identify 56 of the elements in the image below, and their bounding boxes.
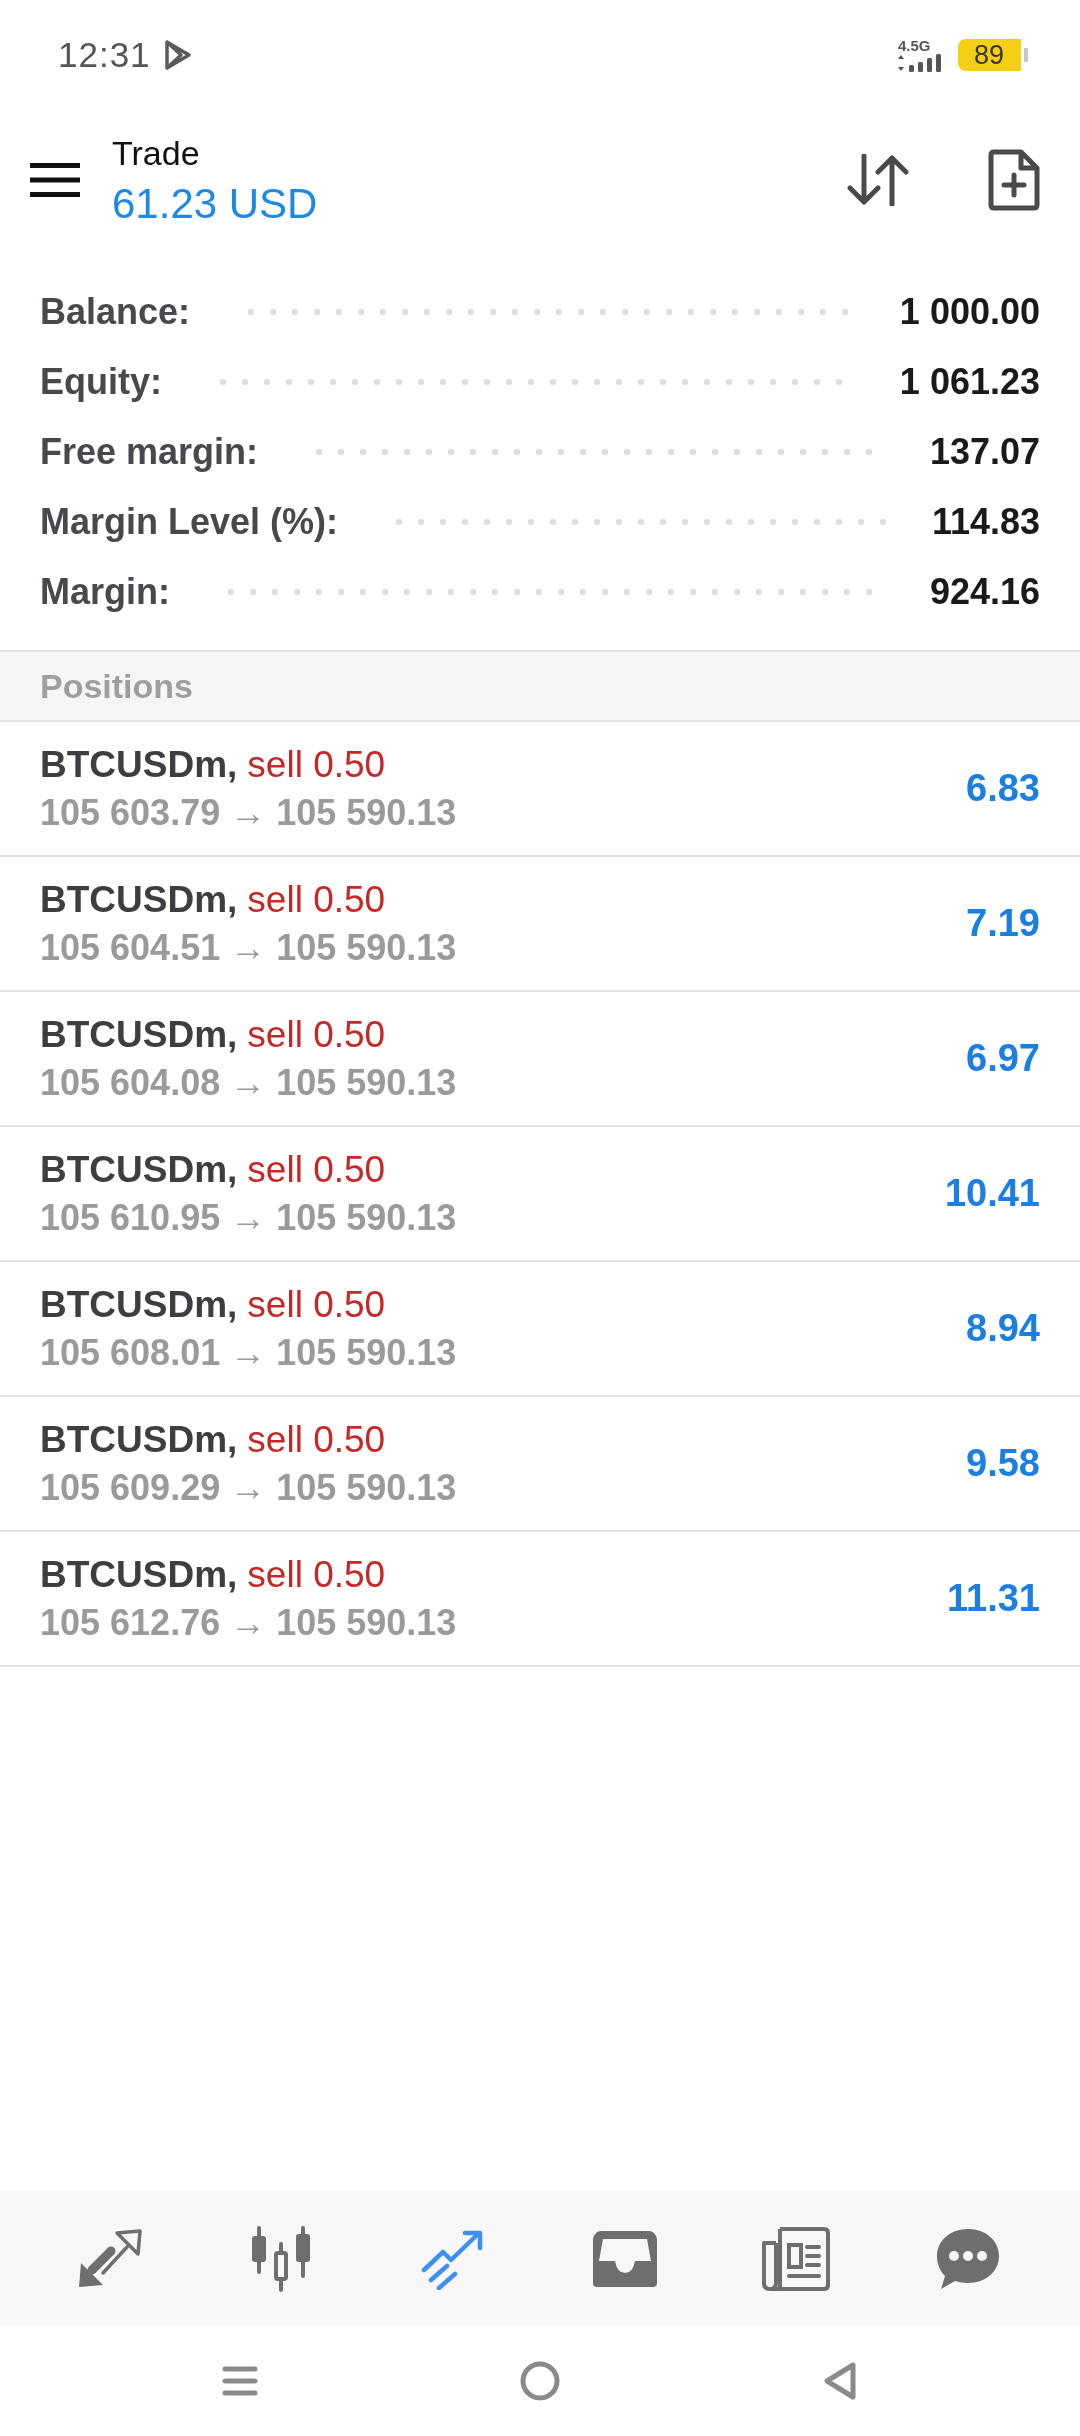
position-prices: 105 604.51 → 105 590.13 xyxy=(40,925,457,970)
account-label: Free margin: xyxy=(40,431,259,473)
position-profit: 10.41 xyxy=(944,1172,1040,1215)
position-prices: 105 608.01 → 105 590.13 xyxy=(40,1330,457,1375)
position-profit: 6.83 xyxy=(966,767,1040,810)
new-document-icon xyxy=(988,149,1040,211)
position-symbol: BTCUSDm, xyxy=(40,1147,238,1192)
order-type-volume: sell 0.50 xyxy=(247,1012,386,1057)
account-label: Balance: xyxy=(40,291,191,333)
home-circle-icon xyxy=(520,2361,560,2401)
position-profit: 7.19 xyxy=(966,902,1040,945)
order-type-volume: sell 0.50 xyxy=(247,1147,386,1192)
position-profit: 11.31 xyxy=(947,1577,1040,1620)
position-prices: 105 612.76 → 105 590.13 xyxy=(40,1600,457,1645)
profit-total: 61.23 USD xyxy=(112,179,318,229)
position-profit: 9.58 xyxy=(966,1442,1040,1485)
chat-bubble-icon xyxy=(935,2226,1002,2291)
signal-icon xyxy=(898,54,944,72)
order-type-volume: sell 0.50 xyxy=(247,877,386,922)
double-arrow-icon xyxy=(76,2228,143,2289)
position-symbol: BTCUSDm, xyxy=(40,1012,238,1057)
position-prices: 105 603.79 → 105 590.13 xyxy=(40,790,457,835)
play-triangle-icon xyxy=(162,39,193,71)
status-time: 12:31 xyxy=(58,35,151,75)
order-type-volume: sell 0.50 xyxy=(247,742,386,787)
position-prices: 105 609.29 → 105 590.13 xyxy=(40,1465,457,1510)
newspaper-icon xyxy=(762,2226,831,2291)
position-symbol: BTCUSDm, xyxy=(40,742,238,787)
account-value: 137.07 xyxy=(929,431,1040,473)
network-type: 4.5G xyxy=(898,38,931,53)
account-label: Margin: xyxy=(40,571,170,613)
menu-icon xyxy=(30,163,80,197)
inbox-tray-icon xyxy=(590,2228,659,2289)
account-value: 924.16 xyxy=(929,571,1040,613)
position-prices: 105 610.95 → 105 590.13 xyxy=(40,1195,457,1240)
positions-header: Positions xyxy=(0,650,1080,722)
position-symbol: BTCUSDm, xyxy=(40,1552,238,1597)
battery-indicator: 89 xyxy=(958,39,1028,71)
account-label: Equity: xyxy=(40,361,162,403)
back-triangle-icon xyxy=(823,2361,857,2401)
position-symbol: BTCUSDm, xyxy=(40,1417,238,1462)
account-value: 1 000.00 xyxy=(899,291,1040,333)
position-profit: 8.94 xyxy=(966,1307,1040,1350)
order-type-volume: sell 0.50 xyxy=(247,1282,386,1327)
account-value: 114.83 xyxy=(931,501,1040,543)
position-symbol: BTCUSDm, xyxy=(40,877,238,922)
account-label: Margin Level (%): xyxy=(40,501,339,543)
sort-arrows-icon xyxy=(846,154,910,206)
recent-apps-icon xyxy=(222,2366,258,2396)
screen-title: Trade xyxy=(112,133,200,174)
account-value: 1 061.23 xyxy=(899,361,1040,403)
position-prices: 105 604.08 → 105 590.13 xyxy=(40,1060,457,1105)
position-symbol: BTCUSDm, xyxy=(40,1282,238,1327)
order-type-volume: sell 0.50 xyxy=(247,1552,386,1597)
position-profit: 6.97 xyxy=(966,1037,1040,1080)
order-type-volume: sell 0.50 xyxy=(247,1417,386,1462)
